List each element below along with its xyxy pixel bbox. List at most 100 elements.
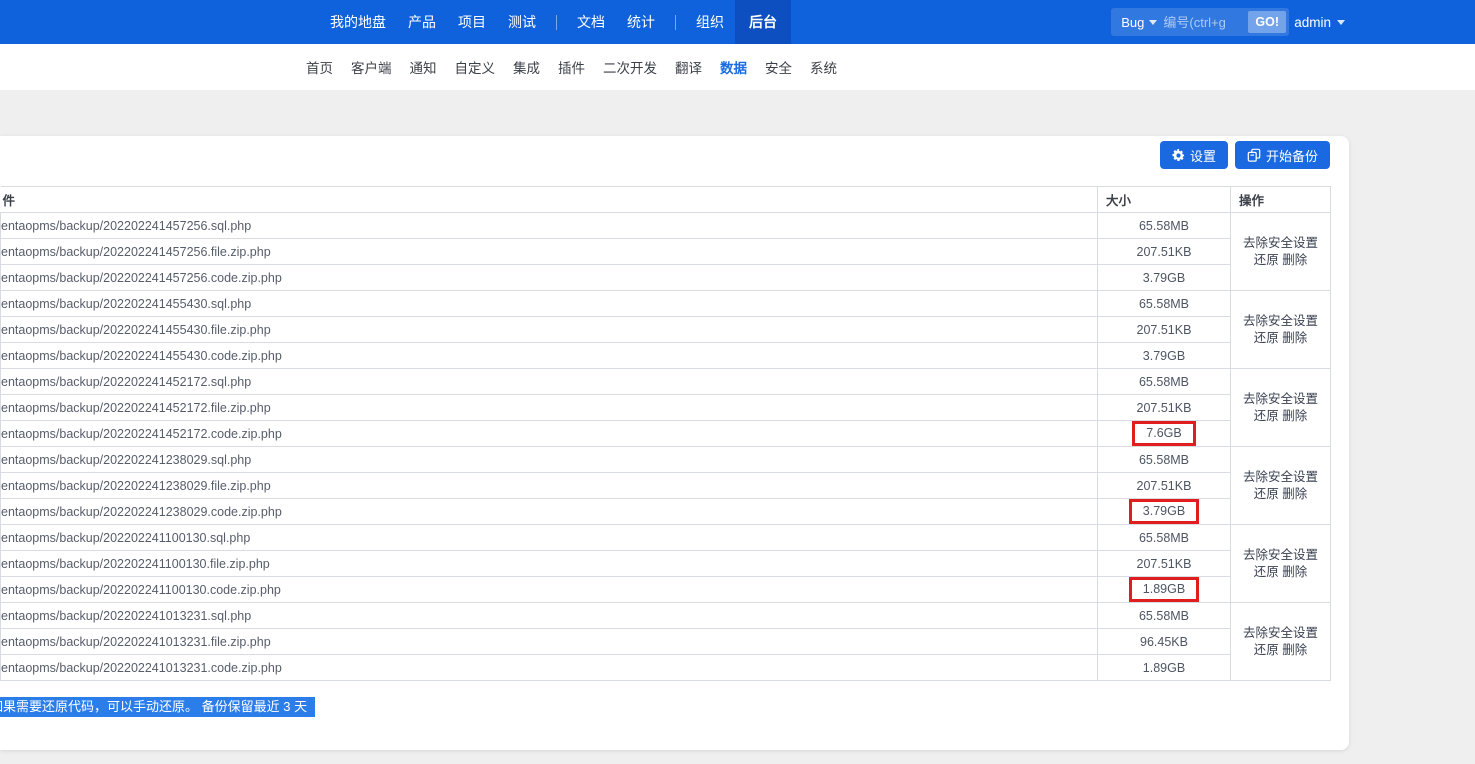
quick-search-group: Bug GO! [1111, 8, 1289, 36]
backup-file-path: entaopms/backup/202202241100130.sql.php [0, 524, 1098, 551]
column-header-size: 大小 [1097, 186, 1231, 213]
delete-link[interactable]: 删除 [1282, 253, 1307, 267]
backup-file-table: 件 大小 操作 entaopms/backup/202202241457256.… [0, 186, 1331, 681]
action-line-2: 还原 删除 [1232, 330, 1330, 347]
restore-link[interactable]: 还原 [1254, 565, 1279, 579]
column-header-file: 件 [0, 186, 1098, 213]
backup-file-path: entaopms/backup/202202241457256.sql.php [0, 212, 1098, 239]
file-size: 3.79GB [1097, 264, 1231, 291]
go-button[interactable]: GO! [1248, 11, 1286, 33]
backup-note-highlight: 如果需要还原代码，可以手动还原。 备份保留最近 3 天 [0, 697, 316, 717]
backup-file-path: entaopms/backup/202202241013231.sql.php [0, 602, 1098, 629]
nav-item-product[interactable]: 产品 [397, 0, 447, 44]
gear-icon [1172, 148, 1185, 162]
nav-item-qa[interactable]: 测试 [497, 0, 547, 44]
restore-link[interactable]: 还原 [1254, 253, 1279, 267]
nav-item-project[interactable]: 项目 [447, 0, 497, 44]
table-row: entaopms/backup/202202241452172.file.zip… [0, 394, 1331, 421]
backup-file-path: entaopms/backup/202202241100130.file.zip… [0, 550, 1098, 577]
table-header-row: 件 大小 操作 [0, 186, 1331, 213]
action-line-2: 还原 删除 [1232, 642, 1330, 659]
search-type-label: Bug [1121, 14, 1145, 30]
file-size: 7.6GB [1097, 420, 1231, 447]
file-size: 207.51KB [1097, 238, 1231, 265]
file-size: 96.45KB [1097, 628, 1231, 655]
toolbar: 设置 开始备份 [1159, 141, 1330, 169]
remove-security-link[interactable]: 去除安全设置 [1243, 470, 1318, 484]
backup-file-path: entaopms/backup/202202241457256.code.zip… [0, 264, 1098, 291]
chevron-down-icon [1149, 19, 1158, 25]
nav-item-admin[interactable]: 后台 [735, 0, 791, 44]
nav-item-doc[interactable]: 文档 [566, 0, 616, 44]
subnav-item-translate[interactable]: 翻译 [666, 57, 711, 77]
action-cell: 去除安全设置 还原 删除 [1230, 290, 1331, 369]
backup-file-path: entaopms/backup/202202241013231.file.zip… [0, 628, 1098, 655]
top-navbar: 我的地盘产品项目测试文档统计组织后台 Bug GO! admin [0, 0, 1475, 44]
action-line-2: 还原 删除 [1232, 252, 1330, 269]
remove-security-link[interactable]: 去除安全设置 [1243, 626, 1318, 640]
subnav-item-notify[interactable]: 通知 [401, 57, 446, 77]
nav-item-org[interactable]: 组织 [685, 0, 735, 44]
delete-link[interactable]: 删除 [1282, 331, 1307, 345]
file-size: 207.51KB [1097, 316, 1231, 343]
restore-link[interactable]: 还原 [1254, 331, 1279, 345]
backup-file-path: entaopms/backup/202202241452172.code.zip… [0, 420, 1098, 447]
settings-button-label: 设置 [1189, 148, 1216, 164]
red-highlight-box: 3.79GB [1128, 499, 1200, 524]
delete-link[interactable]: 删除 [1282, 487, 1307, 501]
action-line-2: 还原 删除 [1232, 486, 1330, 503]
backup-file-path: entaopms/backup/202202241238029.code.zip… [0, 498, 1098, 525]
username-label: admin [1294, 14, 1331, 30]
subnav-item-safe[interactable]: 安全 [756, 57, 801, 77]
restore-link[interactable]: 还原 [1254, 487, 1279, 501]
settings-button[interactable]: 设置 [1159, 141, 1228, 169]
start-backup-button[interactable]: 开始备份 [1234, 141, 1330, 169]
restore-link[interactable]: 还原 [1254, 409, 1279, 423]
restore-link[interactable]: 还原 [1254, 643, 1279, 657]
action-line-1: 去除安全设置 [1232, 469, 1330, 486]
action-line-1: 去除安全设置 [1232, 391, 1330, 408]
subnav-item-data[interactable]: 数据 [711, 57, 756, 77]
delete-link[interactable]: 删除 [1282, 565, 1307, 579]
subnav-item-system[interactable]: 系统 [801, 57, 846, 77]
nav-item-report[interactable]: 统计 [616, 0, 666, 44]
table-row: entaopms/backup/202202241013231.sql.php 6… [0, 602, 1331, 681]
table-row: entaopms/backup/202202241013231.file.zip… [0, 628, 1331, 655]
subnav-item-client[interactable]: 客户端 [342, 57, 401, 77]
delete-link[interactable]: 删除 [1282, 409, 1307, 423]
file-size: 65.58MB [1097, 212, 1231, 239]
remove-security-link[interactable]: 去除安全设置 [1243, 314, 1318, 328]
search-type-dropdown[interactable]: Bug [1111, 15, 1161, 30]
backup-file-path: entaopms/backup/202202241100130.code.zip… [0, 576, 1098, 603]
remove-security-link[interactable]: 去除安全设置 [1243, 236, 1318, 250]
remove-security-link[interactable]: 去除安全设置 [1243, 548, 1318, 562]
subnav-item-dev[interactable]: 二次开发 [594, 57, 666, 77]
table-row: entaopms/backup/202202241457256.file.zip… [0, 238, 1331, 265]
file-size: 207.51KB [1097, 472, 1231, 499]
table-row: entaopms/backup/202202241457256.code.zip… [0, 264, 1331, 291]
file-size: 1.89GB [1097, 654, 1231, 681]
file-size: 207.51KB [1097, 550, 1231, 577]
main-nav: 我的地盘 产品 项目 测试 文档 统计 组织 后台 [319, 0, 791, 44]
action-cell: 去除安全设置还原 删除 [1230, 524, 1331, 603]
remove-security-link[interactable]: 去除安全设置 [1243, 392, 1318, 406]
subnav-item-custom[interactable]: 自定义 [446, 57, 505, 77]
action-cell: 去除安全设置还原 删除 [1230, 368, 1331, 447]
user-menu[interactable]: admin [1294, 0, 1345, 44]
admin-subnav-bar: 首页 客户端 通知 自定义 集成 插件 二次开发 翻译 数据 安全 系统 [0, 44, 1475, 90]
table-row: entaopms/backup/202202241100130.sql.php 6… [0, 524, 1331, 603]
subnav-item-extension[interactable]: 插件 [549, 57, 594, 77]
nav-item-my-dashboard[interactable]: 我的地盘 [319, 0, 397, 44]
file-size: 1.89GB [1097, 576, 1231, 603]
subnav-item-integration[interactable]: 集成 [504, 57, 549, 77]
action-line-1: 去除安全设置 [1232, 625, 1330, 642]
nav-divider [556, 14, 557, 30]
delete-link[interactable]: 删除 [1282, 643, 1307, 657]
backup-file-path: entaopms/backup/202202241238029.file.zip… [0, 472, 1098, 499]
backup-file-path: entaopms/backup/202202241455430.sql.php [0, 290, 1098, 317]
subnav-item-home[interactable]: 首页 [297, 57, 342, 77]
table-row: entaopms/backup/202202241013231.code.zip… [0, 654, 1331, 681]
action-line-1: 去除安全设置 [1232, 235, 1330, 252]
search-input[interactable] [1161, 14, 1246, 30]
backup-file-path: entaopms/backup/202202241457256.file.zip… [0, 238, 1098, 265]
